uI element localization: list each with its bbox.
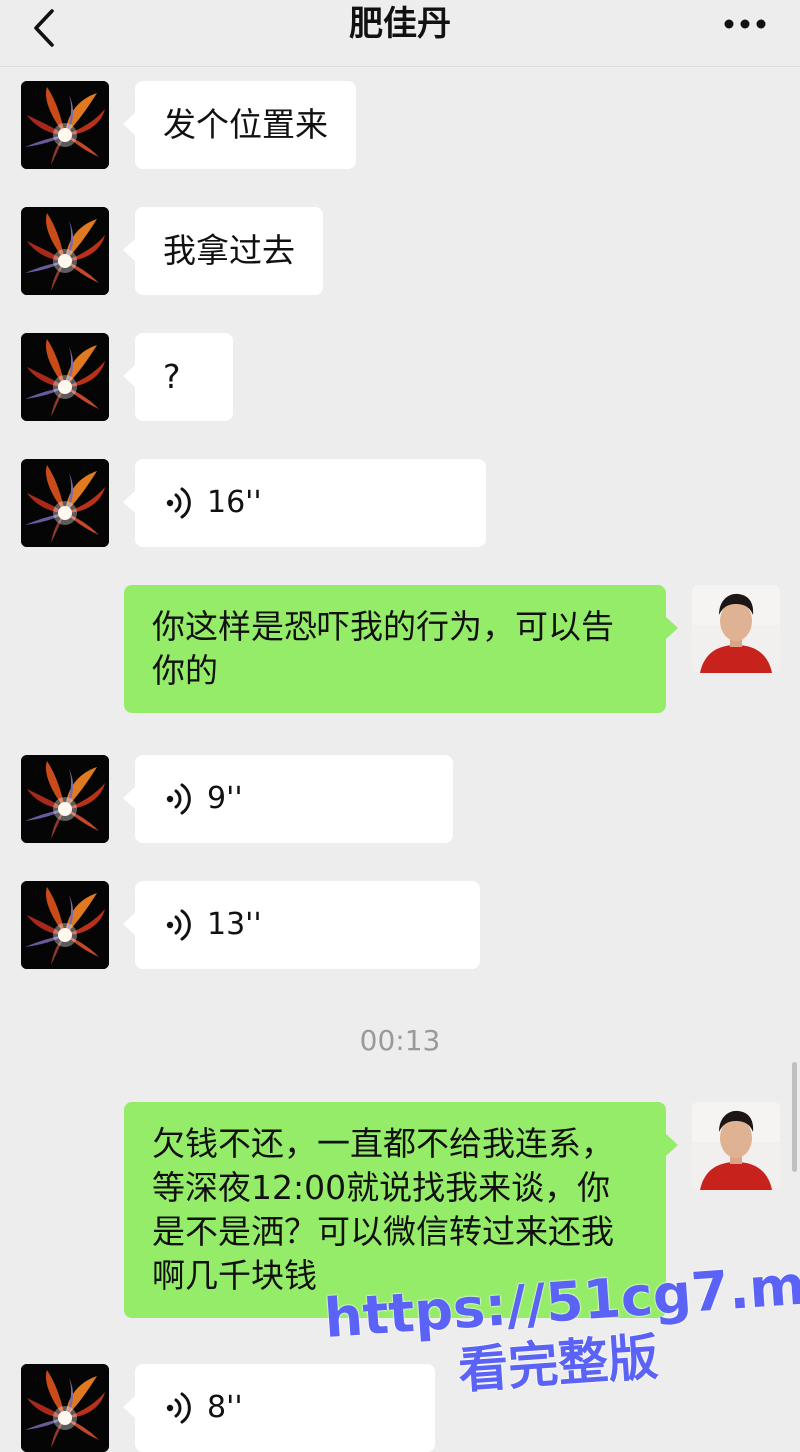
voice-wave-icon [166,783,191,815]
chat-title: 肥佳丹 [349,4,451,44]
message-text: 发个位置来 [163,105,328,144]
message-text: ? [163,357,181,396]
message-text: 我拿过去 [163,231,295,270]
voice-duration: 13'' [207,907,262,942]
user-avatar[interactable] [692,585,780,673]
contact-avatar[interactable] [21,333,109,421]
outgoing-text-bubble[interactable]: 你这样是恐吓我的行为，可以告你的 [124,585,678,713]
voice-wave-icon [166,1392,191,1424]
message-timestamp: 00:13 [359,1024,441,1057]
scrollbar[interactable] [792,1062,797,1172]
incoming-text-bubble[interactable]: 发个位置来 [123,81,356,169]
contact-avatar[interactable] [21,1364,109,1452]
voice-duration: 8'' [207,1390,243,1425]
contact-avatar[interactable] [21,207,109,295]
voice-duration: 16'' [207,485,262,520]
incoming-voice-bubble[interactable]: 9'' [123,755,453,843]
more-dots-icon[interactable] [722,14,768,34]
voice-duration: 9'' [207,781,243,816]
contact-avatar[interactable] [21,755,109,843]
incoming-text-bubble[interactable]: ? [123,333,233,421]
user-avatar[interactable] [692,1102,780,1190]
incoming-voice-bubble[interactable]: 13'' [123,881,480,969]
contact-avatar[interactable] [21,459,109,547]
message-text: 欠钱不还，一直都不给我连系，等深夜12:00就说找我来谈，你是不是洒？可以微信转… [152,1124,614,1295]
incoming-text-bubble[interactable]: 我拿过去 [123,207,323,295]
voice-wave-icon [166,487,191,519]
incoming-voice-bubble[interactable]: 16'' [123,459,486,547]
contact-avatar[interactable] [21,881,109,969]
voice-wave-icon [166,909,191,941]
contact-avatar[interactable] [21,81,109,169]
message-text: 你这样是恐吓我的行为，可以告你的 [152,607,614,690]
chat-header: 肥佳丹 [0,0,800,67]
